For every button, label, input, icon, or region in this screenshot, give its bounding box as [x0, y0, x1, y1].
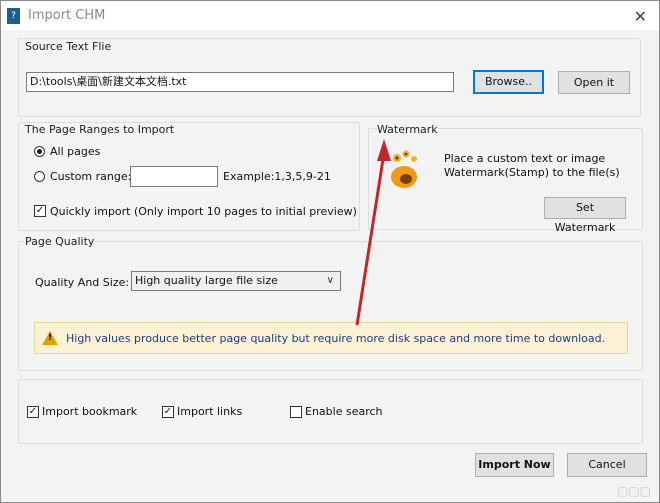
warning-icon: ! [42, 331, 58, 345]
watermark-stamp-icon [391, 150, 417, 188]
window-title: Import CHM [28, 8, 106, 23]
browse-button[interactable]: Browse.. [473, 70, 544, 94]
quick-import-label: Quickly import (Only import 10 pages to … [50, 205, 357, 218]
chm-app-icon: ? [7, 7, 20, 24]
page-ranges-group-title: The Page Ranges to Import [25, 123, 175, 136]
radio-selected-dot [37, 149, 42, 154]
quality-size-select[interactable]: High quality large file size ∨ [131, 271, 341, 291]
custom-range-example: Example:1,3,5,9-21 [223, 170, 331, 183]
custom-range-label: Custom range: [50, 170, 132, 183]
import-bookmark-label: Import bookmark [42, 405, 138, 418]
quality-size-label: Quality And Size: [35, 276, 130, 289]
import-links-label: Import links [177, 405, 243, 418]
cancel-button[interactable]: Cancel [567, 453, 647, 477]
watermark-group-title: Watermark [377, 123, 438, 136]
source-file-group-title: Source Text Flie [25, 40, 112, 53]
enable-search-checkbox[interactable] [290, 406, 302, 418]
close-icon[interactable]: ✕ [634, 7, 647, 26]
watermark-description-line1: Place a custom text or image [444, 152, 606, 165]
import-chm-dialog: ? Import CHM ✕ Source Text Flie D:\tools… [0, 0, 660, 503]
open-it-button[interactable]: Open it [558, 71, 630, 94]
chevron-down-icon: ∨ [326, 275, 334, 286]
import-now-button[interactable]: Import Now [475, 453, 554, 477]
source-path-input[interactable]: D:\tools\桌面\新建文本文档.txt [26, 72, 454, 92]
title-bar: ? Import CHM ✕ [1, 1, 659, 30]
quality-warning-box: ! High values produce better page qualit… [34, 322, 628, 354]
set-watermark-button[interactable]: Set Watermark [544, 197, 626, 234]
watermark-description-line2: Watermark(Stamp) to the file(s) [444, 166, 620, 179]
import-links-checkbox[interactable]: ✓ [162, 406, 174, 418]
quality-warning-text: High values produce better page quality … [66, 331, 606, 345]
all-pages-label: All pages [50, 145, 101, 158]
custom-range-input[interactable] [130, 166, 218, 187]
quick-import-checkbox[interactable]: ✓ [34, 205, 46, 217]
enable-search-label: Enable search [305, 405, 383, 418]
site-watermark-logo: ▢▢▢ [616, 484, 651, 498]
all-pages-radio[interactable] [34, 146, 45, 157]
quality-size-selected: High quality large file size [135, 274, 278, 287]
import-bookmark-checkbox[interactable]: ✓ [27, 406, 39, 418]
page-quality-group-title: Page Quality [25, 235, 95, 248]
custom-range-radio[interactable] [34, 171, 45, 182]
